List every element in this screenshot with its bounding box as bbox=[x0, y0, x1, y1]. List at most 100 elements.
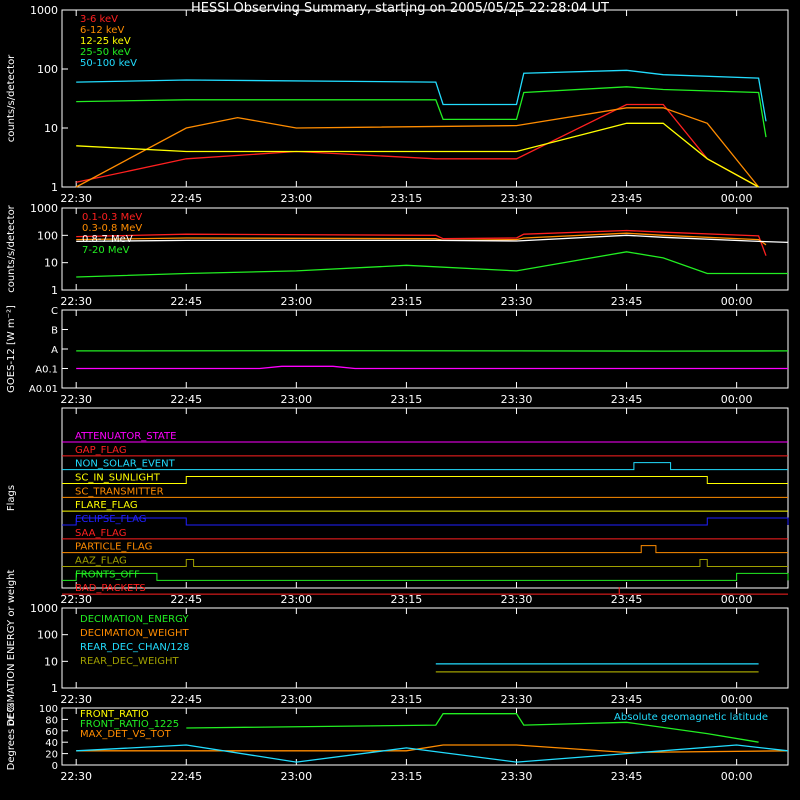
flag-label: BAD_PACKETS bbox=[75, 583, 146, 594]
x-tick-label: 00:00 bbox=[721, 295, 753, 308]
y-tick-label: 40 bbox=[45, 738, 58, 749]
y-tick-label: 10 bbox=[44, 122, 58, 135]
x-tick-label: 23:15 bbox=[391, 192, 423, 205]
x-tick-label: 23:45 bbox=[611, 393, 643, 406]
panel-frame bbox=[61, 309, 789, 389]
y-tick-label: 10 bbox=[44, 257, 58, 270]
flag-line bbox=[62, 572, 789, 581]
x-tick-label: 22:45 bbox=[170, 693, 202, 706]
x-tick-label: 23:00 bbox=[280, 593, 312, 606]
flag-label: GAP_FLAG bbox=[75, 445, 127, 456]
x-tick-label: 23:00 bbox=[280, 770, 312, 783]
flag-line bbox=[62, 545, 788, 554]
legend-entry: 7-20 MeV bbox=[82, 245, 130, 256]
legend-entry: DECIMATION_WEIGHT bbox=[80, 628, 189, 639]
y-tick-label: 60 bbox=[45, 727, 58, 738]
legend-entry: 0.1-0.3 MeV bbox=[82, 212, 142, 223]
x-tick-label: 23:45 bbox=[611, 192, 643, 205]
x-tick-label: 23:45 bbox=[611, 693, 643, 706]
x-tick-label: 23:30 bbox=[501, 393, 533, 406]
x-tick-label: 00:00 bbox=[721, 770, 753, 783]
flag-label: AAZ_FLAG bbox=[75, 556, 127, 567]
y-axis-label: Degrees or % bbox=[6, 703, 17, 771]
y-tick-label: 1000 bbox=[30, 602, 58, 615]
x-tick-label: 00:00 bbox=[721, 192, 753, 205]
x-tick-label: 22:45 bbox=[170, 192, 202, 205]
y-tick-label: 1 bbox=[51, 284, 58, 297]
x-tick-label: 22:30 bbox=[60, 192, 92, 205]
series-line bbox=[75, 107, 760, 188]
x-tick-label: 22:30 bbox=[60, 593, 92, 606]
legend-entry: MAX_DET_VS_TOT bbox=[80, 729, 172, 740]
series-line bbox=[76, 86, 767, 138]
legend-entry: 6-12 keV bbox=[80, 25, 124, 36]
x-tick-label: 23:15 bbox=[391, 693, 423, 706]
x-tick-label: 23:30 bbox=[501, 192, 533, 205]
x-tick-label: 23:00 bbox=[280, 192, 312, 205]
y-axis-label: GOES-12 [W m⁻²] bbox=[6, 305, 17, 393]
flag-label: ECLIPSE_FLAG bbox=[75, 514, 146, 525]
y-tick-label: 1 bbox=[51, 682, 58, 695]
x-tick-label: 23:15 bbox=[391, 770, 423, 783]
x-tick-label: 22:45 bbox=[170, 295, 202, 308]
y-tick-label: 100 bbox=[37, 229, 58, 242]
y-tick-label: 100 bbox=[37, 63, 58, 76]
legend-entry: 0.8-7 MeV bbox=[82, 234, 133, 245]
y-tick-label: 20 bbox=[45, 750, 58, 761]
x-tick-label: 22:45 bbox=[170, 393, 202, 406]
x-tick-label: 23:30 bbox=[501, 693, 533, 706]
x-tick-label: 22:30 bbox=[60, 693, 92, 706]
series-line bbox=[76, 103, 759, 188]
legend-entry: 25-50 keV bbox=[80, 47, 131, 58]
x-tick-label: 23:45 bbox=[611, 770, 643, 783]
y-tick-label: 1000 bbox=[30, 4, 58, 17]
flag-label: PARTICLE_FLAG bbox=[75, 542, 152, 553]
flag-line bbox=[62, 476, 788, 484]
flag-line bbox=[62, 517, 789, 526]
flag-label: SC_TRANSMITTER bbox=[75, 486, 164, 497]
y-tick-label: 1 bbox=[51, 181, 58, 194]
x-tick-label: 23:30 bbox=[501, 770, 533, 783]
y-tick-label: 10 bbox=[44, 655, 58, 668]
x-tick-label: 23:00 bbox=[280, 295, 312, 308]
x-tick-label: 00:00 bbox=[721, 393, 753, 406]
flag-line bbox=[62, 559, 788, 567]
x-tick-label: 23:45 bbox=[611, 593, 643, 606]
legend-entry: 0.3-0.8 MeV bbox=[82, 223, 142, 234]
y-tick-label: A bbox=[51, 345, 58, 356]
series-line bbox=[76, 69, 767, 122]
y-axis-label: counts/s/detector bbox=[6, 54, 17, 142]
legend-entry: 3-6 keV bbox=[80, 14, 118, 25]
panel-frame bbox=[61, 207, 789, 291]
x-tick-label: 22:45 bbox=[170, 770, 202, 783]
y-tick-label: A0.01 bbox=[29, 384, 58, 395]
legend-entry: REAR_DEC_CHAN/128 bbox=[80, 642, 189, 653]
y-tick-label: 80 bbox=[45, 715, 58, 726]
series-line bbox=[76, 229, 767, 256]
legend-entry: 50-100 keV bbox=[80, 58, 137, 69]
flag-label: ATTENUATOR_STATE bbox=[75, 431, 176, 442]
y-axis-label: Flags bbox=[6, 485, 17, 511]
annotation-label: Absolute geomagnetic latitude bbox=[614, 712, 768, 723]
flag-label: SAA_FLAG bbox=[75, 528, 126, 539]
y-tick-label: 100 bbox=[37, 629, 58, 642]
legend-entry: DECIMATION_ENERGY bbox=[80, 614, 189, 625]
y-axis-label: counts/s/detector bbox=[6, 204, 17, 292]
observing-summary-plot: 22:30 22:45 23:00 23:15 23:30 23:45 00:00 count… bbox=[6, 4, 789, 783]
flag-label: NON_SOLAR_EVENT bbox=[75, 459, 176, 470]
x-tick-label: 23:30 bbox=[501, 295, 533, 308]
x-tick-label: 23:15 bbox=[391, 295, 423, 308]
x-tick-label: 23:15 bbox=[391, 393, 423, 406]
x-tick-label: 23:00 bbox=[280, 693, 312, 706]
y-tick-label: A0.1 bbox=[35, 365, 58, 376]
x-tick-label: 22:45 bbox=[170, 593, 202, 606]
y-tick-label: 100 bbox=[39, 704, 58, 715]
series-line bbox=[76, 744, 789, 763]
flag-label: FLARE_FLAG bbox=[75, 500, 138, 511]
y-tick-label: 0 bbox=[52, 761, 58, 772]
x-tick-label: 23:30 bbox=[501, 593, 533, 606]
x-tick-label: 00:00 bbox=[721, 593, 753, 606]
y-tick-label: 1000 bbox=[30, 202, 58, 215]
y-tick-label: B bbox=[51, 326, 58, 337]
panel-frame bbox=[61, 9, 789, 188]
